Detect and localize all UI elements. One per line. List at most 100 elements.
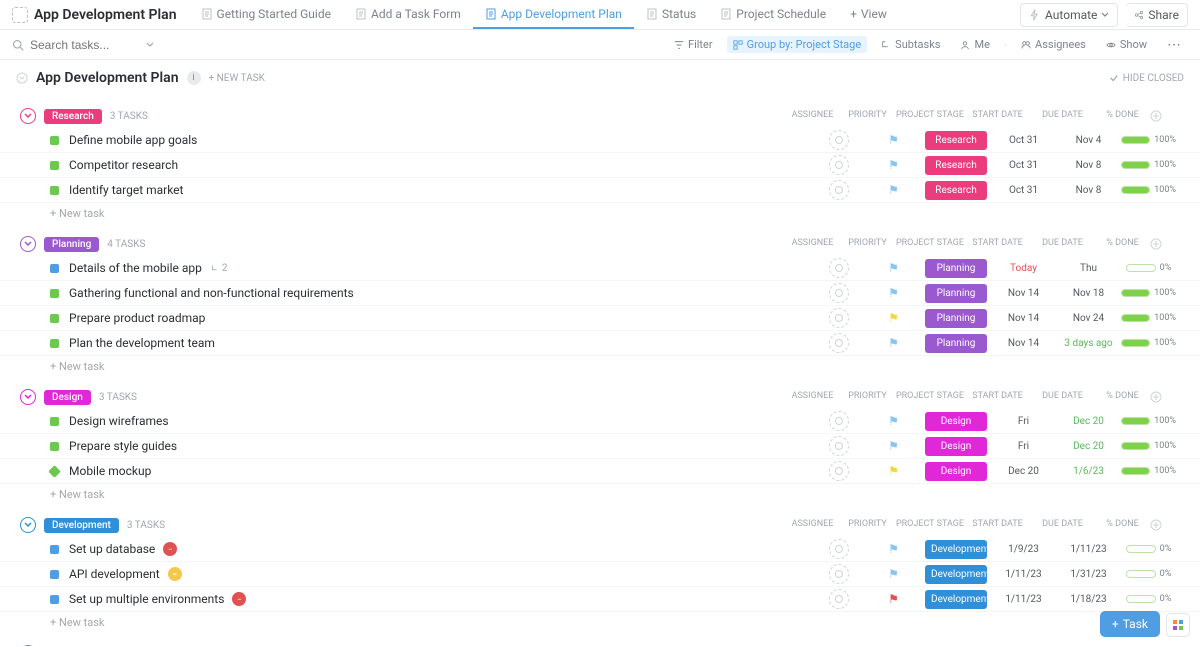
apps-fab[interactable]: [1166, 613, 1190, 637]
add-view-button[interactable]: +View: [838, 1, 899, 29]
start-date-cell[interactable]: Oct 31: [991, 160, 1056, 171]
add-column[interactable]: [1150, 110, 1174, 122]
start-date-cell[interactable]: Nov 14: [991, 313, 1056, 324]
due-date-cell[interactable]: Nov 8: [1056, 160, 1121, 171]
status-square[interactable]: [50, 161, 59, 170]
view-tab[interactable]: Add a Task Form: [343, 1, 473, 29]
assignee-cell[interactable]: [811, 130, 866, 150]
task-row[interactable]: Set up multiple environments − ⚑ Develop…: [0, 587, 1200, 612]
pct-done-cell[interactable]: 100%: [1121, 466, 1176, 476]
task-row[interactable]: API development = ⚑ Development 1/11/23 …: [0, 562, 1200, 587]
add-column[interactable]: [1150, 391, 1174, 403]
priority-cell[interactable]: ⚑: [866, 133, 921, 147]
stage-cell[interactable]: Development: [921, 565, 991, 584]
share-button[interactable]: Share: [1126, 3, 1188, 27]
group-by-button[interactable]: Group by: Project Stage: [727, 36, 868, 53]
collapse-icon[interactable]: [20, 389, 36, 405]
stage-badge[interactable]: Planning: [44, 237, 99, 252]
stage-cell[interactable]: Research: [921, 181, 991, 200]
priority-cell[interactable]: ⚑: [866, 183, 921, 197]
status-square[interactable]: [50, 442, 59, 451]
priority-cell[interactable]: ⚑: [866, 542, 921, 556]
search-input[interactable]: [30, 38, 140, 52]
start-date-cell[interactable]: Nov 14: [991, 288, 1056, 299]
due-date-cell[interactable]: Dec 20: [1056, 416, 1121, 427]
start-date-cell[interactable]: Oct 31: [991, 185, 1056, 196]
pct-done-cell[interactable]: 100%: [1121, 416, 1176, 426]
subtasks-button[interactable]: Subtasks: [875, 36, 946, 53]
task-row[interactable]: Details of the mobile app 2 ⚑ Planning T…: [0, 256, 1200, 281]
pct-done-cell[interactable]: 100%: [1121, 441, 1176, 451]
assignees-button[interactable]: Assignees: [1015, 36, 1092, 53]
due-date-cell[interactable]: 1/6/23: [1056, 466, 1121, 477]
task-row[interactable]: Gathering functional and non-functional …: [0, 281, 1200, 306]
assignee-cell[interactable]: [811, 308, 866, 328]
view-tab[interactable]: Project Schedule: [708, 1, 838, 29]
status-square[interactable]: [50, 136, 59, 145]
view-tab[interactable]: App Development Plan: [473, 1, 634, 29]
filter-button[interactable]: Filter: [668, 36, 719, 53]
priority-cell[interactable]: ⚑: [866, 464, 921, 478]
stage-cell[interactable]: Research: [921, 156, 991, 175]
priority-cell[interactable]: ⚑: [866, 286, 921, 300]
new-task-top[interactable]: + NEW TASK: [209, 73, 265, 84]
due-date-cell[interactable]: 1/18/23: [1056, 594, 1121, 605]
stage-cell[interactable]: Planning: [921, 259, 991, 278]
stage-badge[interactable]: Design: [44, 390, 91, 405]
task-row[interactable]: Identify target market ⚑ Research Oct 31…: [0, 178, 1200, 203]
pct-done-cell[interactable]: 0%: [1121, 263, 1176, 273]
assignee-cell[interactable]: [811, 333, 866, 353]
start-date-cell[interactable]: Nov 14: [991, 338, 1056, 349]
add-column[interactable]: [1150, 238, 1174, 250]
task-row[interactable]: Competitor research ⚑ Research Oct 31 No…: [0, 153, 1200, 178]
assignee-cell[interactable]: [811, 155, 866, 175]
assignee-cell[interactable]: [811, 411, 866, 431]
collapse-icon[interactable]: [20, 108, 36, 124]
status-square[interactable]: [50, 595, 59, 604]
status-square[interactable]: [50, 264, 59, 273]
stage-cell[interactable]: Planning: [921, 334, 991, 353]
status-square[interactable]: [50, 570, 59, 579]
pct-done-cell[interactable]: 100%: [1121, 160, 1176, 170]
stage-badge[interactable]: Research: [44, 109, 102, 124]
new-task-row[interactable]: + New task: [0, 203, 1200, 224]
info-icon[interactable]: i: [187, 71, 201, 85]
start-date-cell[interactable]: Dec 20: [991, 466, 1056, 477]
stage-cell[interactable]: Planning: [921, 284, 991, 303]
show-button[interactable]: Show: [1100, 36, 1153, 53]
assignee-cell[interactable]: [811, 461, 866, 481]
start-date-cell[interactable]: 1/9/23: [991, 544, 1056, 555]
stage-cell[interactable]: Design: [921, 437, 991, 456]
view-tab[interactable]: Getting Started Guide: [189, 1, 343, 29]
collapse-icon[interactable]: [20, 645, 36, 646]
assignee-cell[interactable]: [811, 436, 866, 456]
priority-cell[interactable]: ⚑: [866, 439, 921, 453]
start-date-cell[interactable]: Today: [991, 263, 1056, 274]
pct-done-cell[interactable]: 0%: [1121, 569, 1176, 579]
stage-badge[interactable]: Testing: [44, 646, 93, 647]
assignee-cell[interactable]: [811, 564, 866, 584]
status-square[interactable]: [50, 289, 59, 298]
due-date-cell[interactable]: Nov 8: [1056, 185, 1121, 196]
due-date-cell[interactable]: 1/31/23: [1056, 569, 1121, 580]
assignee-cell[interactable]: [811, 283, 866, 303]
stage-cell[interactable]: Development: [921, 590, 991, 609]
hide-closed-button[interactable]: HIDE CLOSED: [1109, 73, 1184, 84]
stage-cell[interactable]: Design: [921, 412, 991, 431]
start-date-cell[interactable]: 1/11/23: [991, 569, 1056, 580]
status-square[interactable]: [48, 465, 61, 478]
status-square[interactable]: [50, 186, 59, 195]
me-button[interactable]: Me: [954, 36, 995, 53]
stage-cell[interactable]: Research: [921, 131, 991, 150]
assignee-cell[interactable]: [811, 180, 866, 200]
priority-cell[interactable]: ⚑: [866, 311, 921, 325]
assignee-cell[interactable]: [811, 539, 866, 559]
new-task-fab[interactable]: + Task: [1100, 611, 1160, 637]
task-row[interactable]: Prepare product roadmap ⚑ Planning Nov 1…: [0, 306, 1200, 331]
pct-done-cell[interactable]: 100%: [1121, 288, 1176, 298]
new-task-row[interactable]: + New task: [0, 484, 1200, 505]
status-square[interactable]: [50, 314, 59, 323]
task-row[interactable]: Mobile mockup ⚑ Design Dec 20 1/6/23 100…: [0, 459, 1200, 484]
stage-cell[interactable]: Development: [921, 540, 991, 559]
collapse-icon[interactable]: [20, 517, 36, 533]
